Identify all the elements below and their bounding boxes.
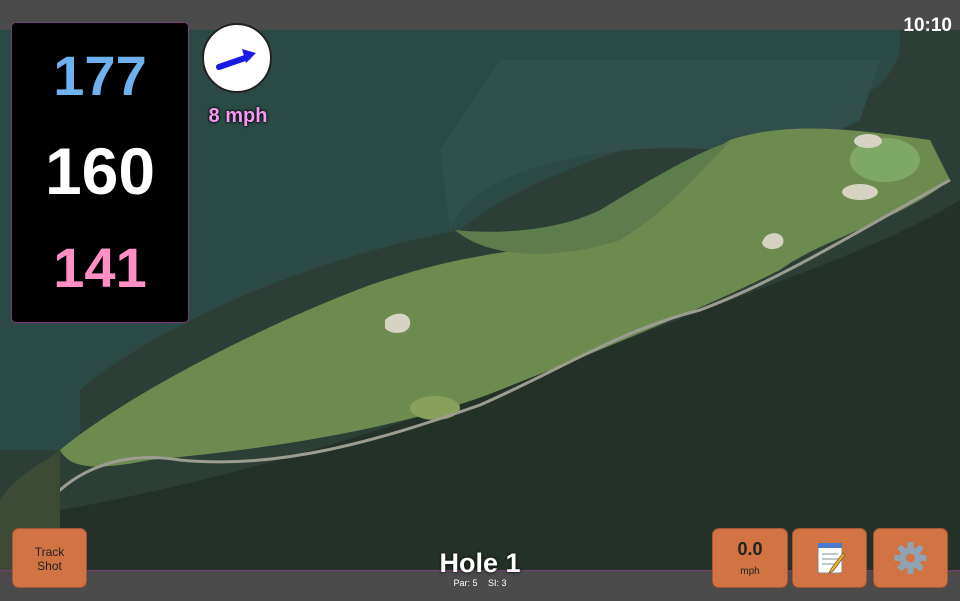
speed-value: 0.0 xyxy=(737,539,763,559)
wind-indicator xyxy=(202,23,272,93)
track-shot-label-line2: Shot xyxy=(37,559,62,573)
track-shot-button[interactable]: Track Shot xyxy=(12,528,87,588)
speed-button[interactable]: 0.0 mph xyxy=(712,528,788,588)
speed-unit: mph xyxy=(740,566,760,577)
back-distance: 177 xyxy=(53,44,147,107)
notepad-icon xyxy=(817,543,846,574)
wind-speed: 8 mph xyxy=(208,105,268,127)
front-distance: 141 xyxy=(53,236,147,299)
middle-distance: 160 xyxy=(44,134,156,208)
settings-button[interactable] xyxy=(873,528,948,588)
wind-arrow-icon xyxy=(216,49,256,70)
track-shot-label-line1: Track xyxy=(34,545,65,559)
notes-button[interactable] xyxy=(792,528,867,588)
par-label: Par: 5 xyxy=(453,578,478,588)
clock: 10:10 xyxy=(903,15,952,36)
hole-info: Par: 5 SI: 3 xyxy=(400,578,560,588)
distance-panel: 177 160 141 xyxy=(11,22,189,323)
gear-icon xyxy=(894,542,927,574)
hole-title: Hole 1 xyxy=(439,548,521,578)
stroke-index-label: SI: 3 xyxy=(488,578,507,588)
